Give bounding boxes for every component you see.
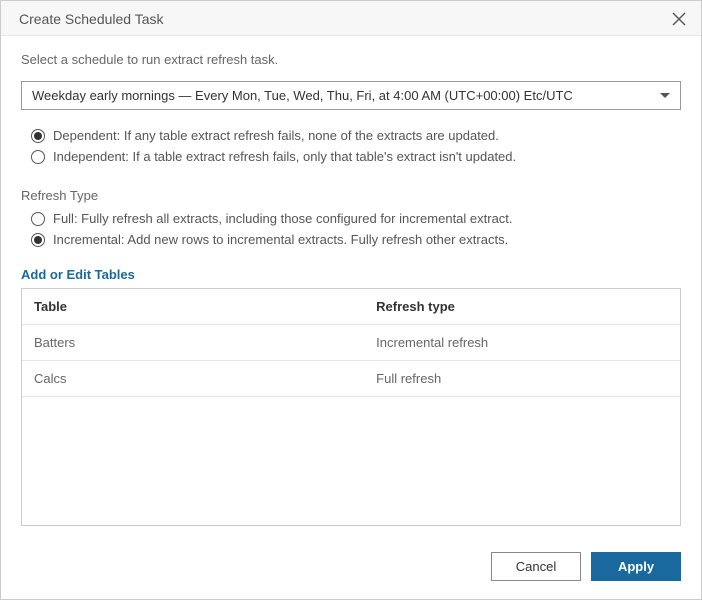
table-row: Calcs Full refresh bbox=[22, 361, 680, 397]
radio-full-refresh[interactable]: Full: Fully refresh all extracts, includ… bbox=[21, 211, 681, 226]
column-header-refresh-type: Refresh type bbox=[364, 289, 680, 324]
cell-table-name: Calcs bbox=[22, 361, 364, 396]
radio-label: Independent: If a table extract refresh … bbox=[53, 149, 516, 164]
radio-independent[interactable]: Independent: If a table extract refresh … bbox=[21, 149, 681, 164]
radio-dependent[interactable]: Dependent: If any table extract refresh … bbox=[21, 128, 681, 143]
radio-icon bbox=[31, 150, 45, 164]
radio-label: Full: Fully refresh all extracts, includ… bbox=[53, 211, 513, 226]
dialog-title: Create Scheduled Task bbox=[19, 11, 164, 27]
cell-refresh-type: Full refresh bbox=[364, 361, 680, 396]
cell-refresh-type: Incremental refresh bbox=[364, 325, 680, 360]
cell-table-name: Batters bbox=[22, 325, 364, 360]
create-scheduled-task-dialog: Create Scheduled Task Select a schedule … bbox=[0, 0, 702, 600]
radio-label: Incremental: Add new rows to incremental… bbox=[53, 232, 508, 247]
dependency-radio-group: Dependent: If any table extract refresh … bbox=[21, 128, 681, 170]
dialog-header: Create Scheduled Task bbox=[1, 1, 701, 36]
dialog-body: Select a schedule to run extract refresh… bbox=[1, 36, 701, 540]
radio-incremental-refresh[interactable]: Incremental: Add new rows to incremental… bbox=[21, 232, 681, 247]
table-header-row: Table Refresh type bbox=[22, 289, 680, 325]
column-header-table: Table bbox=[22, 289, 364, 324]
refresh-type-heading: Refresh Type bbox=[21, 188, 681, 203]
radio-icon bbox=[31, 212, 45, 226]
dialog-footer: Cancel Apply bbox=[1, 540, 701, 599]
schedule-selected-value: Weekday early mornings — Every Mon, Tue,… bbox=[32, 88, 573, 103]
table-row: Batters Incremental refresh bbox=[22, 325, 680, 361]
radio-label: Dependent: If any table extract refresh … bbox=[53, 128, 499, 143]
cancel-button[interactable]: Cancel bbox=[491, 552, 581, 581]
radio-icon bbox=[31, 129, 45, 143]
schedule-select[interactable]: Weekday early mornings — Every Mon, Tue,… bbox=[21, 81, 681, 110]
refresh-type-radio-group: Full: Fully refresh all extracts, includ… bbox=[21, 211, 681, 253]
apply-button[interactable]: Apply bbox=[591, 552, 681, 581]
tables-list: Table Refresh type Batters Incremental r… bbox=[21, 288, 681, 526]
close-icon[interactable] bbox=[671, 11, 687, 27]
chevron-down-icon bbox=[660, 93, 670, 98]
prompt-text: Select a schedule to run extract refresh… bbox=[21, 52, 681, 67]
radio-icon bbox=[31, 233, 45, 247]
add-edit-tables-link[interactable]: Add or Edit Tables bbox=[21, 267, 681, 282]
